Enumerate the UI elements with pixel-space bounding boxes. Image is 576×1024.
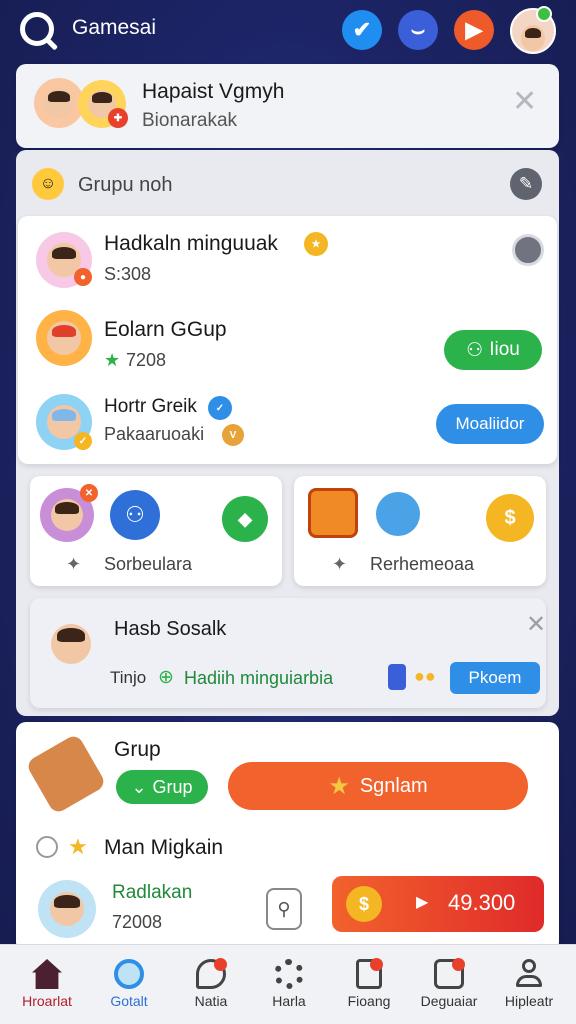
chevron-down-icon: ⌄ — [131, 776, 147, 797]
group-section: ☺ Grupu noh ✎ ● Hadkaln minguuak ★ S:308… — [16, 150, 559, 716]
app-title: Gamesai — [72, 16, 157, 39]
shield-icon: V — [222, 424, 244, 446]
signal-button[interactable]: ★ Sgnlam — [228, 762, 528, 810]
group-list: ● Hadkaln minguuak ★ S:308 Eolarn GGup ★… — [18, 216, 557, 464]
pocket-icon[interactable]: ⌣ — [398, 10, 438, 50]
search-icon[interactable] — [20, 12, 54, 46]
home-icon — [32, 959, 62, 989]
coin-icon[interactable]: $ — [486, 494, 534, 542]
tile-label: Rerhemeoaa — [370, 554, 475, 574]
join-button[interactable]: ⚇ Iiou — [444, 330, 542, 370]
group-chip[interactable]: ⌄ Grup — [116, 770, 208, 804]
bottom-nav: Hroarlat Gotalt Natia Harla Fioang Degua… — [0, 944, 576, 1024]
section-header: Grupu noh — [78, 174, 173, 196]
player-score: 72008 — [112, 912, 163, 932]
radio-button[interactable] — [36, 836, 58, 858]
top-bar: Gamesai ✔ ⌣ ▶ — [0, 0, 576, 60]
chat-icon — [196, 958, 227, 989]
close-icon[interactable]: ✕ — [512, 84, 537, 119]
item-meta: Pakaaruoaki — [104, 424, 205, 444]
nav-item-chat[interactable]: Natia — [170, 945, 252, 1024]
notification-title: Hapaist Vgmyh — [142, 80, 285, 103]
link-icon: ⊕ — [158, 667, 174, 688]
group-icon: ⚇ — [466, 339, 484, 361]
poke-button[interactable]: Pkoem — [450, 662, 540, 694]
item-name: Hortr Greik — [104, 396, 197, 417]
subheading: Man Migkain — [104, 836, 224, 859]
social-title: Hasb Sosalk — [114, 618, 227, 640]
list-item[interactable]: Eolarn GGup ★ 7208 ⚇ Iiou — [18, 300, 557, 380]
notification-card[interactable]: ✚ Hapaist Vgmyh Bionarakak ✕ — [16, 64, 559, 148]
nav-item-settings[interactable]: Harla — [248, 945, 330, 1024]
close-icon[interactable]: ✕ — [526, 610, 546, 639]
list-item[interactable]: ✓ Hortr Greik ✓ Pakaaruoaki V Moaliidor — [18, 384, 557, 464]
plus-icon: ✦ — [66, 554, 82, 574]
avatar — [38, 880, 96, 938]
coin-icon: ★ — [304, 232, 328, 256]
notification-subtitle: Bionarakak — [142, 110, 238, 131]
edit-icon[interactable]: ✎ — [510, 168, 542, 200]
verified-icon: ✓ — [208, 396, 232, 420]
group-title: Grup — [114, 738, 161, 761]
gear-icon — [274, 959, 304, 989]
nav-item-messages[interactable]: Deguaiar — [408, 945, 490, 1024]
rocket-icon — [376, 492, 420, 536]
follow-button[interactable]: Moaliidor — [436, 404, 544, 444]
rank-icon[interactable]: ⚲ — [266, 888, 302, 930]
reward-button[interactable]: $ ▶ 49.300 — [332, 876, 544, 932]
list-item[interactable]: ● Hadkaln minguuak ★ S:308 — [18, 216, 557, 296]
coins-icon: ●● — [414, 666, 436, 686]
tile-card[interactable]: ✕ ⚇ ◆ ✦ Sorbeulara — [30, 476, 282, 586]
check-shield-icon[interactable]: ✔ — [342, 10, 382, 50]
badge-icon: ✚ — [108, 108, 128, 128]
group-card: Grup ⌄ Grup ★ Sgnlam ★ Man Migkain Radlaka… — [16, 722, 559, 952]
scroll-icon — [25, 733, 107, 815]
item-meta: 7208 — [126, 350, 167, 370]
nav-item-globe[interactable]: Gotalt — [88, 945, 170, 1024]
badge-icon: ● — [74, 268, 92, 286]
play-icon[interactable]: ▶ — [454, 10, 494, 50]
nav-item-documents[interactable]: Fioang — [328, 945, 410, 1024]
profile-icon — [514, 959, 544, 989]
avatar — [36, 310, 92, 366]
gamepad-icon: ⚇ — [110, 490, 160, 540]
plus-icon: ✦ — [332, 554, 348, 574]
star-icon: ★ — [68, 834, 88, 859]
timer-icon[interactable] — [512, 234, 544, 266]
badge-icon: ✕ — [80, 484, 98, 502]
online-status-dot — [536, 6, 552, 22]
phone-icon — [388, 664, 406, 690]
star-icon: ★ — [328, 772, 350, 800]
nav-item-home[interactable]: Hroarlat — [6, 945, 88, 1024]
social-link[interactable]: Hadiih minguiarbia — [184, 668, 333, 689]
coin-icon: $ — [346, 886, 382, 922]
item-meta: S:308 — [104, 264, 152, 284]
item-name: Eolarn GGup — [104, 318, 227, 341]
tile-card[interactable]: $ ✦ Rerhemeoaa — [294, 476, 546, 586]
play-icon: ▶ — [416, 894, 429, 911]
nav-item-profile[interactable]: Hipleatr — [488, 945, 570, 1024]
reward-amount: 49.300 — [448, 890, 516, 915]
player-name: Radlakan — [112, 882, 193, 903]
badge-icon: ✓ — [74, 432, 92, 450]
smile-icon: ☺ — [32, 168, 64, 200]
document-icon — [356, 958, 383, 989]
message-icon — [434, 958, 465, 989]
item-name: Hadkaln minguuak — [104, 232, 278, 255]
social-card: Hasb Sosalk ✕ Tinjo ⊕ Hadiih minguiarbia… — [30, 598, 546, 708]
globe-icon — [114, 959, 144, 989]
star-icon: ★ — [104, 350, 121, 370]
pin-icon[interactable]: ◆ — [222, 496, 268, 542]
tile-label: Sorbeulara — [104, 554, 193, 574]
chest-icon — [308, 488, 358, 538]
social-prefix: Tinjo — [110, 668, 147, 687]
avatar — [34, 78, 84, 128]
character-icon — [44, 612, 98, 676]
